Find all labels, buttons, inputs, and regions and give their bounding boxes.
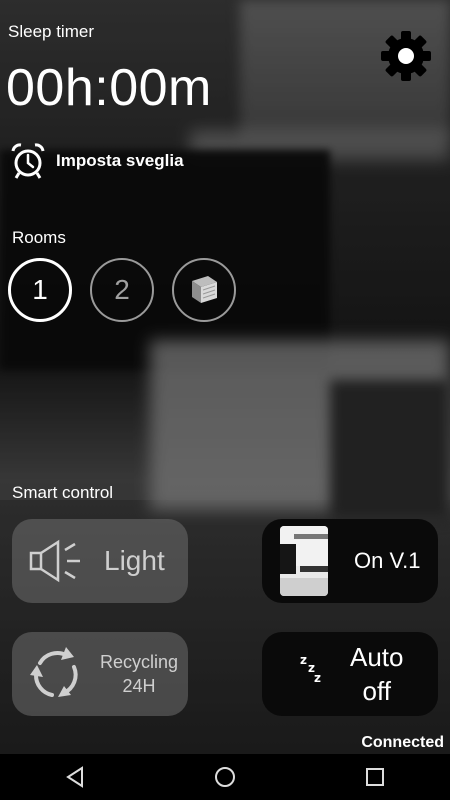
on-version-button[interactable]: On V.1 xyxy=(262,519,438,603)
light-button[interactable]: Light xyxy=(12,519,188,603)
recycling-label: Recycling xyxy=(100,652,179,672)
recents-button[interactable] xyxy=(345,754,405,800)
room-2-button[interactable]: 2 xyxy=(90,258,154,322)
back-button[interactable] xyxy=(45,754,105,800)
svg-text:z: z xyxy=(300,653,307,667)
home-button[interactable] xyxy=(195,754,255,800)
auto-off-line2: off xyxy=(362,676,391,706)
back-icon xyxy=(66,766,83,788)
room-book-button[interactable] xyxy=(172,258,236,322)
sleep-timer-value[interactable]: 00h:00m xyxy=(6,58,212,118)
book-icon xyxy=(192,276,217,303)
set-alarm-label: Imposta sveglia xyxy=(56,151,184,170)
gear-icon[interactable] xyxy=(378,28,434,84)
set-alarm-button[interactable]: Imposta sveglia xyxy=(10,142,184,180)
system-nav-bar xyxy=(0,754,450,800)
speaker-icon xyxy=(29,539,80,583)
on-version-label: On V.1 xyxy=(354,548,421,573)
kitchen-thumbnail xyxy=(280,526,328,596)
recycling-button[interactable]: Recycling 24H xyxy=(12,632,188,716)
alarm-clock-icon xyxy=(11,143,45,179)
rooms-label: Rooms xyxy=(12,228,66,247)
smart-control-label: Smart control xyxy=(12,483,114,502)
auto-off-button[interactable]: z z z Auto off xyxy=(262,632,438,716)
recycle-icon xyxy=(30,647,78,697)
svg-text:z: z xyxy=(314,671,321,685)
light-label: Light xyxy=(104,545,165,576)
recents-icon xyxy=(366,768,384,786)
home-icon xyxy=(215,767,235,787)
recycling-duration: 24H xyxy=(122,676,156,696)
moon-sleep-icon: z z z xyxy=(289,653,321,699)
room-1-button[interactable]: 1 xyxy=(8,258,72,322)
app-title: Sleep timer xyxy=(8,22,94,41)
connection-status: Connected xyxy=(361,734,444,751)
auto-off-line1: Auto xyxy=(350,642,404,672)
